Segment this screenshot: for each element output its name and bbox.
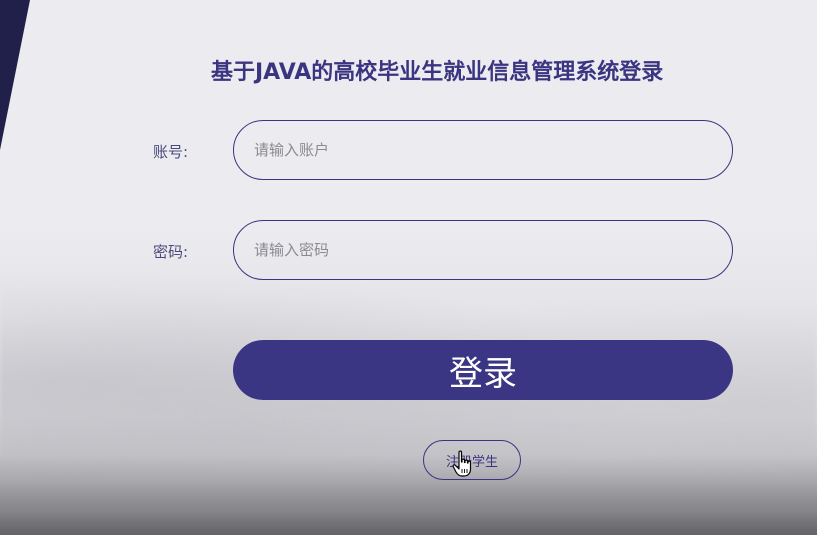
background-bottom-fade [0,455,817,535]
username-label: 账号: [153,143,189,161]
page-title: 基于JAVA的高校毕业生就业信息管理系统登录 [211,60,664,85]
password-label: 密码: [153,243,189,261]
hand-pointer-icon [452,450,472,477]
corner-decoration [0,0,30,150]
login-button[interactable]: 登录 [233,340,733,400]
username-input[interactable] [233,120,733,180]
password-input[interactable] [233,220,733,280]
